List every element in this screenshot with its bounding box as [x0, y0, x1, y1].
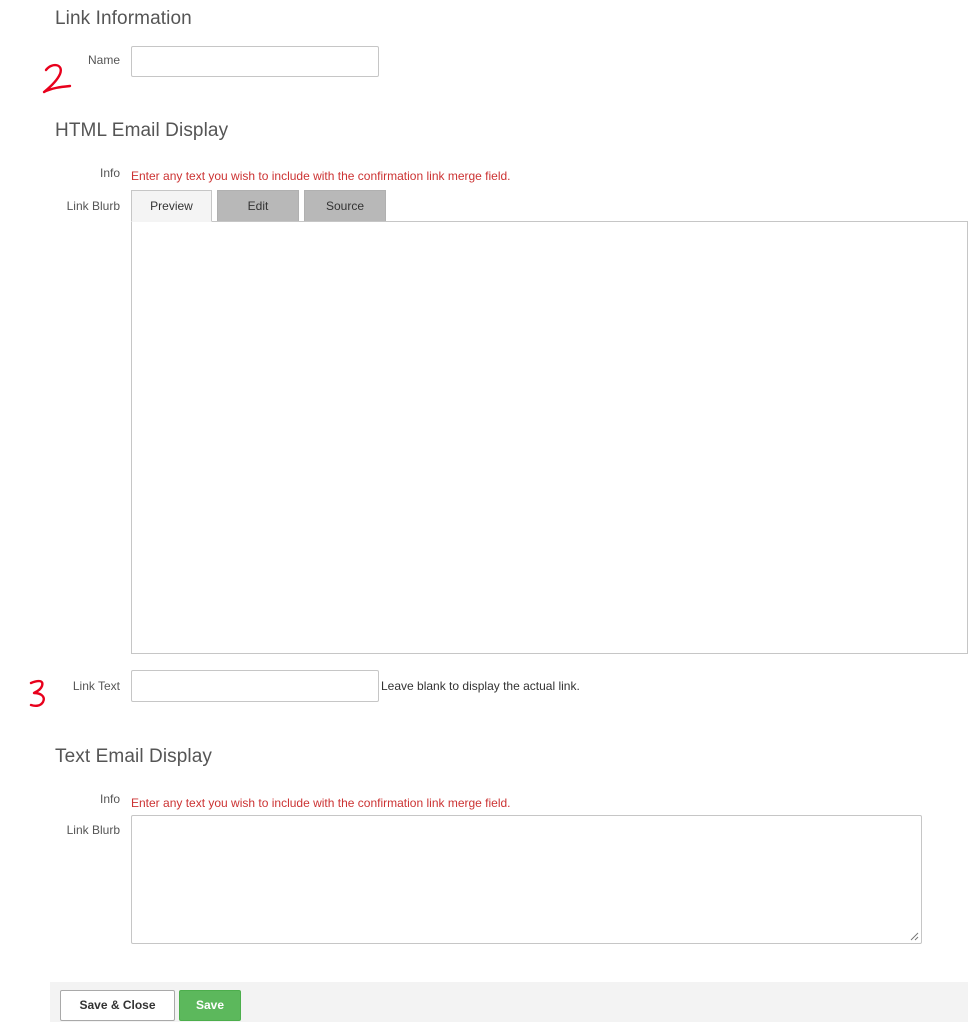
html-info-text: Enter any text you wish to include with … [131, 169, 511, 183]
tab-source[interactable]: Source [304, 190, 386, 222]
tab-preview[interactable]: Preview [131, 190, 212, 222]
html-blurb-editor[interactable] [131, 221, 968, 654]
link-text-label: Link Text [72, 679, 120, 693]
link-text-input[interactable] [131, 670, 379, 702]
resize-grip-icon[interactable] [909, 931, 919, 941]
section-title-link-information: Link Information [55, 8, 192, 29]
link-text-hint: Leave blank to display the actual link. [381, 679, 580, 693]
text-info-label: Info [99, 792, 120, 806]
section-title-text-email-display: Text Email Display [55, 746, 213, 767]
name-input[interactable] [131, 46, 379, 77]
html-info-label: Info [99, 166, 120, 180]
text-link-blurb-textarea[interactable] [131, 815, 922, 944]
html-link-blurb-label: Link Blurb [66, 199, 120, 213]
text-link-blurb-label: Link Blurb [66, 823, 120, 837]
save-and-close-button[interactable]: Save & Close [60, 990, 175, 1021]
name-label: Name [87, 53, 120, 67]
save-button[interactable]: Save [179, 990, 241, 1021]
tab-edit[interactable]: Edit [217, 190, 299, 222]
section-title-html-email-display: HTML Email Display [55, 120, 229, 141]
text-info-text: Enter any text you wish to include with … [131, 796, 511, 810]
